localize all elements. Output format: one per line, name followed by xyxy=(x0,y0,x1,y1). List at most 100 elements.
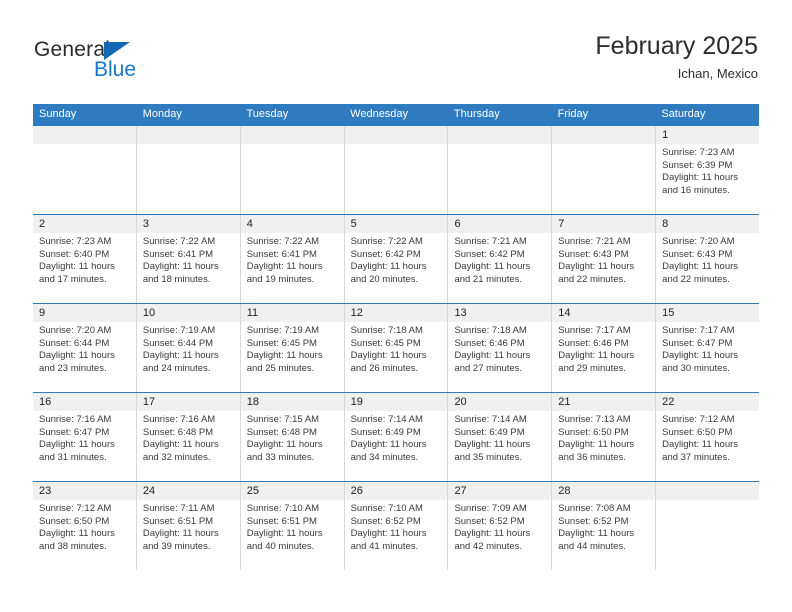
sunrise-text: Sunrise: 7:21 AM xyxy=(558,236,631,247)
daylight-text: Daylight: 11 hours and 34 minutes. xyxy=(350,439,427,463)
sunrise-text: Sunrise: 7:18 AM xyxy=(454,325,527,336)
daylight-text: Daylight: 11 hours and 38 minutes. xyxy=(39,528,115,552)
daylight-text: Daylight: 11 hours and 31 minutes. xyxy=(39,439,115,463)
sunset-text: Sunset: 6:52 PM xyxy=(350,515,421,527)
sunrise-text: Sunrise: 7:23 AM xyxy=(39,236,112,247)
calendar-day-cell[interactable]: 9 Sunrise: 7:20 AM Sunset: 6:44 PM Dayli… xyxy=(33,304,137,392)
sunset-text: Sunset: 6:45 PM xyxy=(246,337,317,349)
sunset-text: Sunset: 6:51 PM xyxy=(246,515,317,527)
calendar-day-cell[interactable] xyxy=(552,126,657,214)
day-number: 25 xyxy=(240,482,344,500)
day-number: 17 xyxy=(136,393,240,411)
day-details xyxy=(241,144,344,147)
calendar-page: General Blue February 2025 Ichan, Mexico… xyxy=(0,0,792,612)
calendar-day-cell[interactable]: 25 Sunrise: 7:10 AM Sunset: 6:51 PM Dayl… xyxy=(240,482,345,570)
calendar-day-cell[interactable]: 1 Sunrise: 7:23 AM Sunset: 6:39 PM Dayli… xyxy=(656,126,760,214)
calendar-day-cell[interactable]: 12 Sunrise: 7:18 AM Sunset: 6:45 PM Dayl… xyxy=(344,304,449,392)
day-number: 24 xyxy=(136,482,240,500)
calendar-day-cell[interactable]: 7 Sunrise: 7:21 AM Sunset: 6:43 PM Dayli… xyxy=(552,215,657,303)
day-details: Sunrise: 7:10 AM Sunset: 6:52 PM Dayligh… xyxy=(345,500,448,553)
day-number xyxy=(136,126,240,144)
day-details: Sunrise: 7:08 AM Sunset: 6:52 PM Dayligh… xyxy=(552,500,655,553)
sunset-text: Sunset: 6:50 PM xyxy=(662,426,733,438)
sunrise-text: Sunrise: 7:16 AM xyxy=(142,414,216,425)
calendar-week-row: 16 Sunrise: 7:16 AM Sunset: 6:47 PM Dayl… xyxy=(33,392,760,481)
sunrise-text: Sunrise: 7:12 AM xyxy=(39,503,112,514)
day-details xyxy=(552,144,655,147)
sunset-text: Sunset: 6:43 PM xyxy=(662,248,733,260)
day-number xyxy=(240,126,344,144)
calendar-day-cell[interactable]: 3 Sunrise: 7:22 AM Sunset: 6:41 PM Dayli… xyxy=(136,215,241,303)
sunrise-text: Sunrise: 7:22 AM xyxy=(246,236,320,247)
calendar-day-cell[interactable]: 8 Sunrise: 7:20 AM Sunset: 6:43 PM Dayli… xyxy=(656,215,760,303)
daylight-text: Daylight: 11 hours and 41 minutes. xyxy=(350,528,427,552)
calendar-day-cell[interactable]: 2 Sunrise: 7:23 AM Sunset: 6:40 PM Dayli… xyxy=(33,215,137,303)
calendar-day-cell[interactable]: 4 Sunrise: 7:22 AM Sunset: 6:41 PM Dayli… xyxy=(240,215,345,303)
calendar-day-cell[interactable]: 26 Sunrise: 7:10 AM Sunset: 6:52 PM Dayl… xyxy=(344,482,449,570)
day-details: Sunrise: 7:21 AM Sunset: 6:43 PM Dayligh… xyxy=(552,233,655,286)
calendar-day-cell[interactable]: 28 Sunrise: 7:08 AM Sunset: 6:52 PM Dayl… xyxy=(552,482,657,570)
day-of-week-monday: Monday xyxy=(142,108,182,120)
page-header: General Blue February 2025 Ichan, Mexico xyxy=(34,30,758,92)
sunrise-text: Sunrise: 7:14 AM xyxy=(454,414,527,425)
general-blue-logo[interactable]: General Blue xyxy=(34,38,234,86)
day-details: Sunrise: 7:19 AM Sunset: 6:45 PM Dayligh… xyxy=(241,322,344,375)
calendar-day-cell[interactable]: 21 Sunrise: 7:13 AM Sunset: 6:50 PM Dayl… xyxy=(552,393,657,481)
calendar-day-cell[interactable]: 15 Sunrise: 7:17 AM Sunset: 6:47 PM Dayl… xyxy=(656,304,760,392)
day-number xyxy=(33,126,136,144)
sunrise-text: Sunrise: 7:12 AM xyxy=(662,414,735,425)
day-number: 23 xyxy=(33,482,136,500)
calendar-day-cell[interactable]: 22 Sunrise: 7:12 AM Sunset: 6:50 PM Dayl… xyxy=(656,393,760,481)
day-details xyxy=(448,144,551,147)
calendar-day-cell[interactable] xyxy=(448,126,553,214)
day-details xyxy=(33,144,136,147)
day-number: 14 xyxy=(552,304,656,322)
calendar-day-cell[interactable]: 5 Sunrise: 7:22 AM Sunset: 6:42 PM Dayli… xyxy=(344,215,449,303)
day-details xyxy=(656,500,759,503)
calendar-day-cell[interactable] xyxy=(656,482,760,570)
logo-text-blue: Blue xyxy=(94,58,137,81)
calendar-day-cell[interactable]: 10 Sunrise: 7:19 AM Sunset: 6:44 PM Dayl… xyxy=(136,304,241,392)
day-of-week-sunday: Sunday xyxy=(39,108,77,120)
calendar-day-cell[interactable] xyxy=(33,126,137,214)
daylight-text: Daylight: 11 hours and 27 minutes. xyxy=(454,350,531,374)
calendar-day-cell[interactable]: 16 Sunrise: 7:16 AM Sunset: 6:47 PM Dayl… xyxy=(33,393,137,481)
calendar-day-cell[interactable]: 11 Sunrise: 7:19 AM Sunset: 6:45 PM Dayl… xyxy=(240,304,345,392)
calendar-day-cell[interactable]: 23 Sunrise: 7:12 AM Sunset: 6:50 PM Dayl… xyxy=(33,482,137,570)
calendar-day-cell[interactable] xyxy=(136,126,241,214)
calendar-day-cell[interactable]: 20 Sunrise: 7:14 AM Sunset: 6:49 PM Dayl… xyxy=(448,393,553,481)
sunset-text: Sunset: 6:47 PM xyxy=(39,426,110,438)
day-number: 15 xyxy=(656,304,760,322)
sunset-text: Sunset: 6:49 PM xyxy=(350,426,421,438)
sunrise-text: Sunrise: 7:17 AM xyxy=(558,325,631,336)
day-details: Sunrise: 7:13 AM Sunset: 6:50 PM Dayligh… xyxy=(552,411,655,464)
calendar-day-cell[interactable]: 18 Sunrise: 7:15 AM Sunset: 6:48 PM Dayl… xyxy=(240,393,345,481)
daylight-text: Daylight: 11 hours and 18 minutes. xyxy=(142,261,219,285)
sunrise-text: Sunrise: 7:08 AM xyxy=(558,503,631,514)
day-details: Sunrise: 7:19 AM Sunset: 6:44 PM Dayligh… xyxy=(137,322,240,375)
daylight-text: Daylight: 11 hours and 20 minutes. xyxy=(350,261,427,285)
sunrise-text: Sunrise: 7:10 AM xyxy=(246,503,320,514)
calendar-day-cell[interactable] xyxy=(344,126,449,214)
calendar-day-cell[interactable]: 13 Sunrise: 7:18 AM Sunset: 6:46 PM Dayl… xyxy=(448,304,553,392)
calendar-day-cell[interactable]: 14 Sunrise: 7:17 AM Sunset: 6:46 PM Dayl… xyxy=(552,304,657,392)
sunset-text: Sunset: 6:51 PM xyxy=(142,515,214,527)
daylight-text: Daylight: 11 hours and 44 minutes. xyxy=(558,528,635,552)
day-details: Sunrise: 7:12 AM Sunset: 6:50 PM Dayligh… xyxy=(656,411,759,464)
sunset-text: Sunset: 6:48 PM xyxy=(246,426,317,438)
daylight-text: Daylight: 11 hours and 16 minutes. xyxy=(662,172,739,196)
day-details: Sunrise: 7:22 AM Sunset: 6:42 PM Dayligh… xyxy=(345,233,448,286)
calendar-day-cell[interactable]: 6 Sunrise: 7:21 AM Sunset: 6:42 PM Dayli… xyxy=(448,215,553,303)
sunset-text: Sunset: 6:42 PM xyxy=(454,248,525,260)
day-details: Sunrise: 7:09 AM Sunset: 6:52 PM Dayligh… xyxy=(448,500,551,553)
calendar-day-cell[interactable]: 19 Sunrise: 7:14 AM Sunset: 6:49 PM Dayl… xyxy=(344,393,449,481)
sunset-text: Sunset: 6:44 PM xyxy=(39,337,110,349)
day-details: Sunrise: 7:15 AM Sunset: 6:48 PM Dayligh… xyxy=(241,411,344,464)
calendar-day-cell[interactable]: 24 Sunrise: 7:11 AM Sunset: 6:51 PM Dayl… xyxy=(136,482,241,570)
day-details xyxy=(137,144,240,147)
sunset-text: Sunset: 6:44 PM xyxy=(142,337,214,349)
calendar-day-cell[interactable] xyxy=(240,126,345,214)
calendar-day-cell[interactable]: 27 Sunrise: 7:09 AM Sunset: 6:52 PM Dayl… xyxy=(448,482,553,570)
sunset-text: Sunset: 6:46 PM xyxy=(558,337,629,349)
calendar-day-cell[interactable]: 17 Sunrise: 7:16 AM Sunset: 6:48 PM Dayl… xyxy=(136,393,241,481)
